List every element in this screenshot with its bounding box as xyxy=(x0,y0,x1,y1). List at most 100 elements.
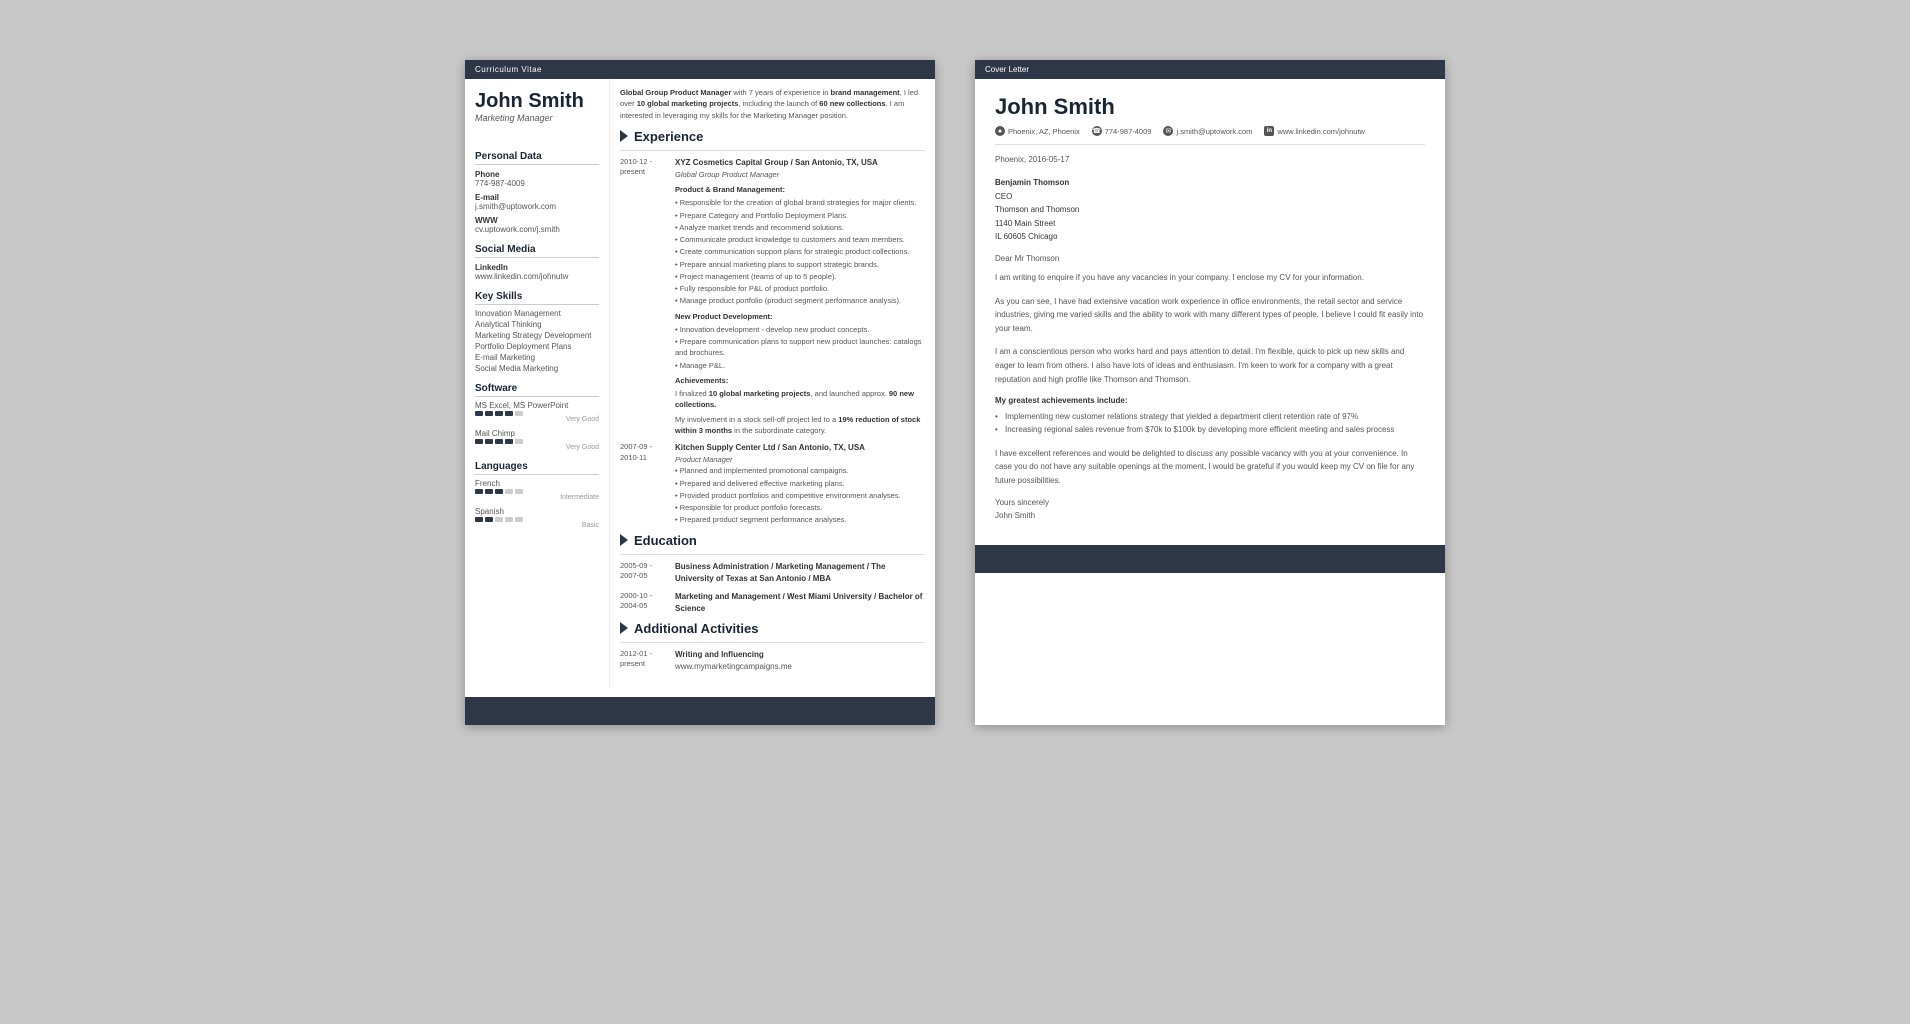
education-entry-2: 2000-10 -2004-05 Marketing and Managemen… xyxy=(620,591,925,615)
list-item: Responsible for product portfolio foreca… xyxy=(675,502,925,513)
rating-dot-filled xyxy=(475,411,483,416)
lang-dot-empty xyxy=(505,517,513,522)
cover-achievement-1: Implementing new customer relations stra… xyxy=(995,411,1425,424)
cover-name: John Smith xyxy=(995,94,1425,120)
cv-header-bar: Curriculum Vitae xyxy=(465,60,935,79)
list-item: Communicate product knowledge to custome… xyxy=(675,234,925,245)
activities-divider xyxy=(620,642,925,643)
exp1-subsection1: Product & Brand Management: xyxy=(675,184,925,195)
phone-icon: ☎ xyxy=(1092,126,1102,136)
edu1-degree: Business Administration / Marketing Mana… xyxy=(675,561,925,585)
activities-title: Additional Activities xyxy=(634,621,758,636)
cover-achievements-list: Implementing new customer relations stra… xyxy=(995,411,1425,437)
cover-recipient: Benjamin Thomson CEO Thomson and Thomson… xyxy=(995,176,1425,244)
exp1-achievement1: I finalized 10 global marketing projects… xyxy=(675,388,925,411)
lang-dot-filled xyxy=(475,517,483,522)
cv-job-title: Marketing Manager xyxy=(475,113,599,123)
skill-item: Portfolio Deployment Plans xyxy=(475,342,599,351)
recipient-city: IL 60605 Chicago xyxy=(995,232,1057,241)
rating-label: Very Good xyxy=(475,416,599,423)
contact-phone: ☎ 774-987-4009 xyxy=(1092,126,1152,136)
skills-list: Innovation Management Analytical Thinking… xyxy=(475,309,599,373)
phone-label: Phone xyxy=(475,170,599,179)
cover-final-paragraph: I have excellent references and would be… xyxy=(995,447,1425,488)
cover-contact-bar: ● Phoenix, AZ, Phoenix ☎ 774-987-4009 ✉ … xyxy=(995,126,1425,145)
recipient-company: Thomson and Thomson xyxy=(995,205,1079,214)
experience-entry-2: 2007-09 -2010-11 Kitchen Supply Center L… xyxy=(620,442,925,527)
exp1-role: Global Group Product Manager xyxy=(675,169,925,180)
experience-entry-1: 2010-12 -present XYZ Cosmetics Capital G… xyxy=(620,157,925,436)
edu2-date: 2000-10 -2004-05 xyxy=(620,591,675,615)
software-name: Mail Chimp xyxy=(475,429,599,438)
document-wrapper: Curriculum Vitae John Smith Marketing Ma… xyxy=(40,60,1870,725)
list-item: Analyze market trends and recommend solu… xyxy=(675,222,925,233)
edu1-date: 2005-09 -2007-05 xyxy=(620,561,675,585)
exp1-bullets2: Innovation development - develop new pro… xyxy=(675,324,925,371)
software-item: MS Excel, MS PowerPoint Very Good xyxy=(475,401,599,423)
list-item: Provided product portfolios and competit… xyxy=(675,490,925,501)
exp2-bullets: Planned and implemented promotional camp… xyxy=(675,465,925,525)
list-item: Prepare Category and Portfolio Deploymen… xyxy=(675,210,925,221)
key-skills-title: Key Skills xyxy=(475,291,599,305)
cover-signature: John Smith xyxy=(995,511,1425,520)
cover-closing: Yours sincerely xyxy=(995,498,1425,507)
education-arrow-icon xyxy=(620,534,628,546)
list-item: Innovation development - develop new pro… xyxy=(675,324,925,335)
edu1-content: Business Administration / Marketing Mana… xyxy=(675,561,925,585)
cover-paragraph-2: As you can see, I have had extensive vac… xyxy=(995,295,1425,336)
exp1-date: 2010-12 -present xyxy=(620,157,675,436)
activities-arrow-icon xyxy=(620,622,628,634)
cover-salutation: Dear Mr Thomson xyxy=(995,254,1425,263)
activities-section-header: Additional Activities xyxy=(620,621,925,636)
software-item: Mail ChimpVery Good xyxy=(475,429,599,451)
exp1-achievement2: My involvement in a stock sell-off proje… xyxy=(675,414,925,437)
skill-item: E-mail Marketing xyxy=(475,353,599,362)
exp2-content: Kitchen Supply Center Ltd / San Antonio,… xyxy=(675,442,925,527)
experience-section-header: Experience xyxy=(620,129,925,144)
skill-item: Analytical Thinking xyxy=(475,320,599,329)
email-icon: ✉ xyxy=(1163,126,1173,136)
personal-data-title: Personal Data xyxy=(475,151,599,165)
edu2-degree: Marketing and Management / West Miami Un… xyxy=(675,591,925,615)
education-divider xyxy=(620,554,925,555)
rating-dot-filled xyxy=(505,411,513,416)
lang-dot-empty xyxy=(515,517,523,522)
experience-arrow-icon xyxy=(620,130,628,142)
list-item: Prepared product segment performance ana… xyxy=(675,514,925,525)
contact-email-text: j.smith@uptowork.com xyxy=(1176,127,1252,136)
cover-footer xyxy=(975,545,1445,573)
act1-date: 2012-01 -present xyxy=(620,649,675,673)
lang-level-label: Intermediate xyxy=(475,494,599,501)
list-item: Manage P&L. xyxy=(675,360,925,371)
activity-entry-1: 2012-01 -present Writing and Influencing… xyxy=(620,649,925,673)
software-name: MS Excel, MS PowerPoint xyxy=(475,401,599,410)
experience-divider xyxy=(620,150,925,151)
location-icon: ● xyxy=(995,126,1005,136)
lang-dot-empty xyxy=(505,489,513,494)
exp2-date: 2007-09 -2010-11 xyxy=(620,442,675,527)
list-item: Prepare communication plans to support n… xyxy=(675,336,925,359)
lang-dot-filled xyxy=(495,489,503,494)
linkedin-value: www.linkedin.com/johnutw xyxy=(475,272,599,281)
edu2-content: Marketing and Management / West Miami Un… xyxy=(675,591,925,615)
recipient-address: 1140 Main Street xyxy=(995,219,1055,228)
cover-date: Phoenix, 2016-05-17 xyxy=(995,155,1425,164)
skill-item: Innovation Management xyxy=(475,309,599,318)
cv-sidebar: John Smith Marketing Manager Personal Da… xyxy=(465,79,610,687)
cover-paragraph-1: I am writing to enquire if you have any … xyxy=(995,271,1425,285)
exp1-content: XYZ Cosmetics Capital Group / San Antoni… xyxy=(675,157,925,436)
lang-dot-empty xyxy=(495,517,503,522)
education-entry-1: 2005-09 -2007-05 Business Administration… xyxy=(620,561,925,585)
education-section-header: Education xyxy=(620,533,925,548)
phone-value: 774-987-4009 xyxy=(475,179,599,188)
recipient-title: CEO xyxy=(995,192,1012,201)
contact-phone-text: 774-987-4009 xyxy=(1105,127,1152,136)
rating-dot-filled xyxy=(495,439,503,444)
experience-title: Experience xyxy=(634,129,703,144)
cv-intro-bold: Global Group Product Manager xyxy=(620,88,731,97)
list-item: Prepared and delivered effective marketi… xyxy=(675,478,925,489)
linkedin-label: LinkedIn xyxy=(475,263,599,272)
cover-header-bar: Cover Letter xyxy=(975,60,1445,79)
language-item: FrenchIntermediate xyxy=(475,479,599,501)
cover-header-label: Cover Letter xyxy=(985,65,1029,74)
